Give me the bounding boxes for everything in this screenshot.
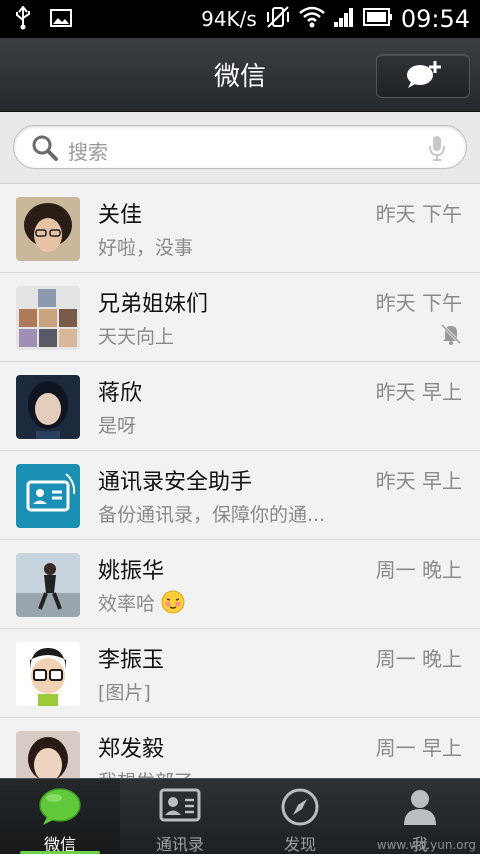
chat-row[interactable]: 蒋欣 昨天 早上 是呀	[0, 362, 480, 451]
compass-icon	[280, 787, 320, 831]
chat-row[interactable]: 姚振华 周一 晚上 效率哈	[0, 540, 480, 629]
microphone-icon[interactable]	[428, 135, 446, 165]
chat-row[interactable]: 兄弟姐妹们 昨天 下午 天天向上	[0, 273, 480, 362]
chat-preview-text: 效率哈	[98, 593, 156, 615]
chat-preview: 好啦，没事	[98, 237, 194, 259]
chat-preview: [图片]	[98, 682, 151, 704]
chat-preview: 我想发部了	[98, 767, 368, 778]
tab-label: 通讯录	[155, 835, 204, 854]
chat-preview: 天天向上	[98, 326, 175, 348]
chat-row[interactable]: 李振玉 周一 晚上 [图片]	[0, 629, 480, 718]
chat-row[interactable]: 通讯录安全助手 昨天 早上 备份通讯录，保障你的通...	[0, 451, 480, 540]
avatar	[16, 553, 80, 617]
person-icon	[402, 787, 438, 831]
avatar	[16, 642, 80, 706]
chat-name: 郑发毅	[98, 737, 165, 762]
tab-discover[interactable]: 发现	[240, 779, 360, 854]
tab-weixin[interactable]: 微信	[0, 779, 120, 854]
chat-bubble-icon	[37, 787, 83, 831]
blushing-emoji-icon	[161, 590, 185, 619]
group-avatar	[16, 286, 80, 350]
chat-preview: 是呀	[98, 415, 137, 437]
chat-time: 周一 早上	[375, 736, 462, 760]
image-notification-icon	[50, 8, 72, 32]
security-assistant-icon	[16, 464, 80, 528]
signal-icon	[333, 6, 355, 32]
chat-list: 关佳 昨天 下午 好啦，没事 兄弟姐妹们 昨天 下午 天天向上 蒋欣 昨天 早上…	[0, 184, 480, 778]
chat-name: 姚振华	[98, 559, 165, 584]
search-input[interactable]: 搜索	[13, 125, 467, 169]
avatar	[16, 375, 80, 439]
tab-contacts[interactable]: 通讯录	[120, 779, 240, 854]
mute-bell-icon	[440, 323, 462, 349]
avatar	[16, 197, 80, 261]
new-chat-button[interactable]	[376, 54, 470, 98]
chat-time: 昨天 下午	[375, 202, 462, 226]
usb-icon	[14, 5, 32, 34]
chat-name: 蒋欣	[98, 381, 143, 406]
network-speed: 94K/s	[201, 7, 257, 31]
avatar	[16, 731, 80, 778]
watermark: www.wd.yun.org	[376, 838, 476, 852]
search-placeholder: 搜索	[68, 140, 108, 164]
chat-time: 昨天 下午	[375, 291, 462, 315]
app-header: 微信	[0, 38, 480, 112]
chat-time: 昨天 早上	[375, 469, 462, 493]
chat-name: 关佳	[98, 203, 143, 228]
search-icon	[32, 135, 58, 165]
wifi-icon	[299, 6, 325, 32]
status-bar: 94K/s 09:54	[0, 0, 480, 38]
chat-row[interactable]: 关佳 昨天 下午 好啦，没事	[0, 184, 480, 273]
chat-time: 周一 晚上	[375, 647, 462, 671]
chat-preview: 效率哈	[98, 589, 368, 619]
chat-bubble-plus-icon	[403, 59, 443, 93]
battery-icon	[362, 8, 393, 30]
tab-label: 发现	[283, 835, 316, 854]
chat-time: 昨天 早上	[375, 380, 462, 404]
tab-label: 微信	[43, 835, 76, 854]
search-bar: 搜索	[0, 112, 480, 184]
chat-name: 李振玉	[98, 648, 165, 673]
chat-row[interactable]: 郑发毅 周一 早上 我想发部了	[0, 718, 480, 778]
chat-name: 兄弟姐妹们	[98, 292, 209, 317]
chat-preview: 备份通讯录，保障你的通...	[98, 504, 326, 526]
clock: 09:54	[400, 5, 470, 33]
chat-name: 通讯录安全助手	[98, 470, 253, 495]
vibrate-off-icon	[265, 4, 291, 34]
chat-time: 周一 晚上	[375, 558, 462, 582]
contacts-card-icon	[158, 787, 202, 827]
